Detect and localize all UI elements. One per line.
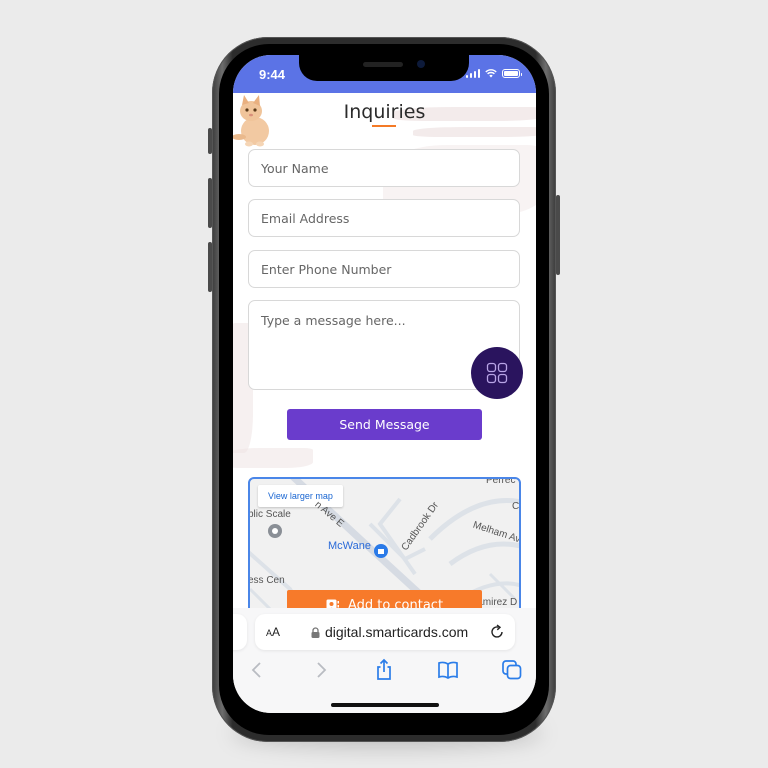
battery-icon: [502, 69, 522, 78]
battery-level: [504, 71, 518, 76]
view-larger-map-link[interactable]: View larger map: [258, 485, 343, 507]
map-label: Perrec: [486, 477, 516, 486]
grid-menu-icon: [486, 362, 508, 384]
phone-screen: 9:44 Inquiries Your Name Email Address E…: [233, 55, 536, 713]
book-icon[interactable]: [436, 658, 460, 682]
share-icon[interactable]: [372, 658, 396, 682]
email-field[interactable]: Email Address: [248, 199, 520, 237]
front-camera: [417, 60, 425, 68]
url-display[interactable]: digital.smarticards.com: [311, 624, 468, 640]
brush-decoration: [233, 448, 313, 468]
inquiries-page: Inquiries Your Name Email Address Enter …: [233, 93, 536, 613]
previous-tab-pill[interactable]: [233, 614, 247, 650]
speaker-grille: [363, 62, 403, 67]
map-label: ess Cen: [248, 575, 285, 586]
map-label: Ca: [512, 501, 520, 512]
browser-nav-row: [233, 658, 536, 688]
chevron-left-icon[interactable]: [245, 658, 269, 682]
title-underline: [372, 125, 396, 127]
reload-icon[interactable]: [489, 624, 505, 640]
cellular-signal-icon: [465, 69, 480, 78]
tabs-icon[interactable]: [500, 658, 524, 682]
status-icons: [465, 69, 522, 78]
wifi-icon: [485, 69, 497, 78]
floating-menu-button[interactable]: [471, 347, 523, 399]
text-size-button[interactable]: AA: [266, 625, 280, 639]
home-indicator[interactable]: [331, 703, 439, 707]
power-button: [556, 195, 560, 275]
lock-icon: [311, 626, 320, 638]
safari-toolbar: AA digital.smarticards.com: [233, 608, 536, 713]
address-bar[interactable]: AA digital.smarticards.com: [255, 614, 515, 650]
map-label-mcwane: McWane: [328, 540, 371, 552]
phone-field[interactable]: Enter Phone Number: [248, 250, 520, 288]
brush-decoration: [413, 127, 536, 137]
chevron-right-icon[interactable]: [309, 658, 333, 682]
notch: [299, 55, 469, 81]
name-field[interactable]: Your Name: [248, 149, 520, 187]
send-message-button[interactable]: Send Message: [287, 409, 482, 440]
url-text: digital.smarticards.com: [325, 624, 469, 640]
status-time: 9:44: [259, 67, 286, 82]
page-title: Inquiries: [343, 101, 426, 123]
map-label: blic Scale: [248, 509, 291, 520]
status-bar: 9:44: [233, 55, 536, 93]
